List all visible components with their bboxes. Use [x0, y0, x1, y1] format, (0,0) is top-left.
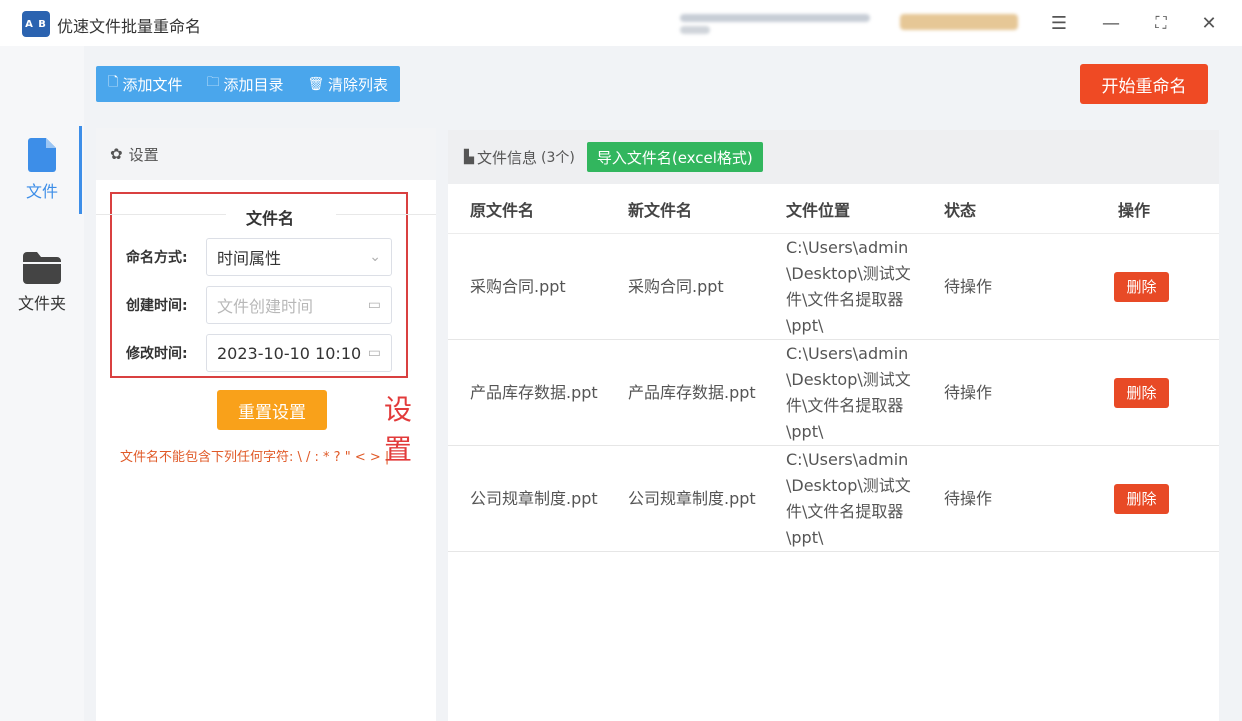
settings-title: 设置: [128, 145, 159, 164]
menu-icon[interactable]: ☰: [1046, 10, 1072, 36]
file-info-icon: ▙: [464, 149, 474, 165]
naming-mode-row: 命名方式: 时间属性 ⌄: [126, 238, 392, 276]
new-name: 采购合同.ppt: [628, 276, 724, 296]
blurred-region: [680, 14, 870, 22]
add-file-button[interactable]: 🗋 添加文件: [96, 66, 194, 102]
col-header: 状态: [944, 200, 977, 220]
nav-label: 文件夹: [17, 294, 66, 313]
folder-outline-icon: 🗀: [206, 75, 220, 90]
divider: [96, 214, 226, 215]
toolbar: 🗋 添加文件 🗀 添加目录 🗑 清除列表: [96, 66, 401, 102]
modified-time-row: 修改时间: 2023-10-10 10:10 ▭: [126, 334, 392, 372]
delete-button[interactable]: 删除: [1114, 271, 1169, 302]
calendar-icon: ▭: [367, 297, 381, 313]
clear-list-label: 清除列表: [328, 75, 389, 94]
orig-name: 产品库存数据.ppt: [470, 382, 598, 402]
delete-button[interactable]: 删除: [1114, 483, 1169, 514]
field-label: 命名方式:: [126, 250, 188, 266]
title-bar: A B 优速文件批量重命名 ☰ — ⛶ ✕: [0, 0, 1242, 46]
file-status: 待操作: [944, 488, 993, 508]
nav-active-indicator: [79, 126, 82, 214]
select-value: 时间属性: [217, 249, 282, 268]
file-info-title: 文件信息: [477, 148, 538, 167]
file-header: ▙ 文件信息 (3个) 导入文件名(excel格式): [448, 130, 1219, 184]
clear-list-button[interactable]: 🗑 清除列表: [296, 66, 401, 102]
trash-icon: 🗑: [307, 76, 325, 92]
file-status: 待操作: [944, 382, 993, 402]
delete-button[interactable]: 删除: [1114, 377, 1169, 408]
nav-label: 文件: [25, 182, 58, 201]
file-panel: ▙ 文件信息 (3个) 导入文件名(excel格式) 原文件名 新文件名 文件位…: [448, 130, 1219, 721]
created-time-input[interactable]: 文件创建时间 ▭: [206, 286, 392, 324]
modified-time-input[interactable]: 2023-10-10 10:10 ▭: [206, 334, 392, 372]
close-icon[interactable]: ✕: [1196, 10, 1222, 36]
add-dir-button[interactable]: 🗀 添加目录: [194, 66, 295, 102]
input-value: 2023-10-10 10:10: [217, 343, 362, 363]
fullscreen-icon[interactable]: ⛶: [1148, 10, 1174, 36]
filename-warning: 文件名不能包含下列任何字符: \ / : * ? " < > |: [120, 450, 390, 465]
start-rename-button[interactable]: 开始重命名: [1080, 64, 1208, 104]
calendar-icon: ▭: [367, 345, 381, 361]
add-dir-label: 添加目录: [223, 75, 284, 94]
minimize-icon[interactable]: —: [1098, 10, 1124, 36]
app-logo-icon: A B: [22, 11, 50, 37]
col-header: 文件位置: [786, 200, 851, 220]
naming-mode-select[interactable]: 时间属性 ⌄: [206, 238, 392, 276]
file-outline-icon: 🗋: [108, 75, 119, 90]
table-row[interactable]: 产品库存数据.ppt 产品库存数据.ppt C:\Users\admin\Des…: [448, 340, 1219, 446]
annotation-label: 设置: [384, 393, 413, 466]
table-header: 原文件名 新文件名 文件位置 状态 操作: [448, 184, 1219, 234]
file-location: C:\Users\admin\Desktop\测试文件\文件名提取器\ppt\: [786, 237, 911, 335]
file-count: (3个): [541, 150, 575, 166]
file-icon: [28, 138, 56, 172]
table-row[interactable]: 采购合同.ppt 采购合同.ppt C:\Users\admin\Desktop…: [448, 234, 1219, 340]
gear-icon: ✿: [110, 145, 123, 163]
new-name: 公司规章制度.ppt: [628, 488, 756, 508]
app-title: 优速文件批量重命名: [57, 17, 202, 36]
nav-item-folder[interactable]: 文件夹: [0, 252, 84, 314]
add-file-label: 添加文件: [122, 75, 183, 94]
input-placeholder: 文件创建时间: [217, 297, 314, 316]
nav-item-file[interactable]: 文件: [0, 138, 84, 202]
left-nav: 文件 文件夹: [0, 46, 84, 721]
settings-panel: ✿ 设置 文件名 命名方式: 时间属性 ⌄ 创建时间: 文件创建时间 ▭ 修改时…: [96, 128, 436, 721]
blurred-region: [680, 26, 710, 34]
settings-header: ✿ 设置: [96, 128, 436, 180]
folder-icon: [23, 252, 61, 284]
reset-settings-button[interactable]: 重置设置: [217, 390, 327, 430]
col-header: 新文件名: [628, 200, 693, 220]
created-time-row: 创建时间: 文件创建时间 ▭: [126, 286, 392, 324]
orig-name: 采购合同.ppt: [470, 276, 566, 296]
field-label: 修改时间:: [126, 346, 188, 362]
file-location: C:\Users\admin\Desktop\测试文件\文件名提取器\ppt\: [786, 343, 911, 441]
col-header: 原文件名: [470, 200, 535, 220]
field-label: 创建时间:: [126, 298, 188, 314]
section-title: 文件名: [246, 209, 295, 228]
file-status: 待操作: [944, 276, 993, 296]
file-location: C:\Users\admin\Desktop\测试文件\文件名提取器\ppt\: [786, 449, 911, 547]
col-header: 操作: [1118, 200, 1151, 220]
new-name: 产品库存数据.ppt: [628, 382, 756, 402]
divider: [336, 214, 436, 215]
blurred-region: [900, 14, 1018, 30]
import-excel-button[interactable]: 导入文件名(excel格式): [586, 142, 763, 172]
chevron-down-icon: ⌄: [369, 249, 381, 265]
orig-name: 公司规章制度.ppt: [470, 488, 598, 508]
table-row[interactable]: 公司规章制度.ppt 公司规章制度.ppt C:\Users\admin\Des…: [448, 446, 1219, 552]
